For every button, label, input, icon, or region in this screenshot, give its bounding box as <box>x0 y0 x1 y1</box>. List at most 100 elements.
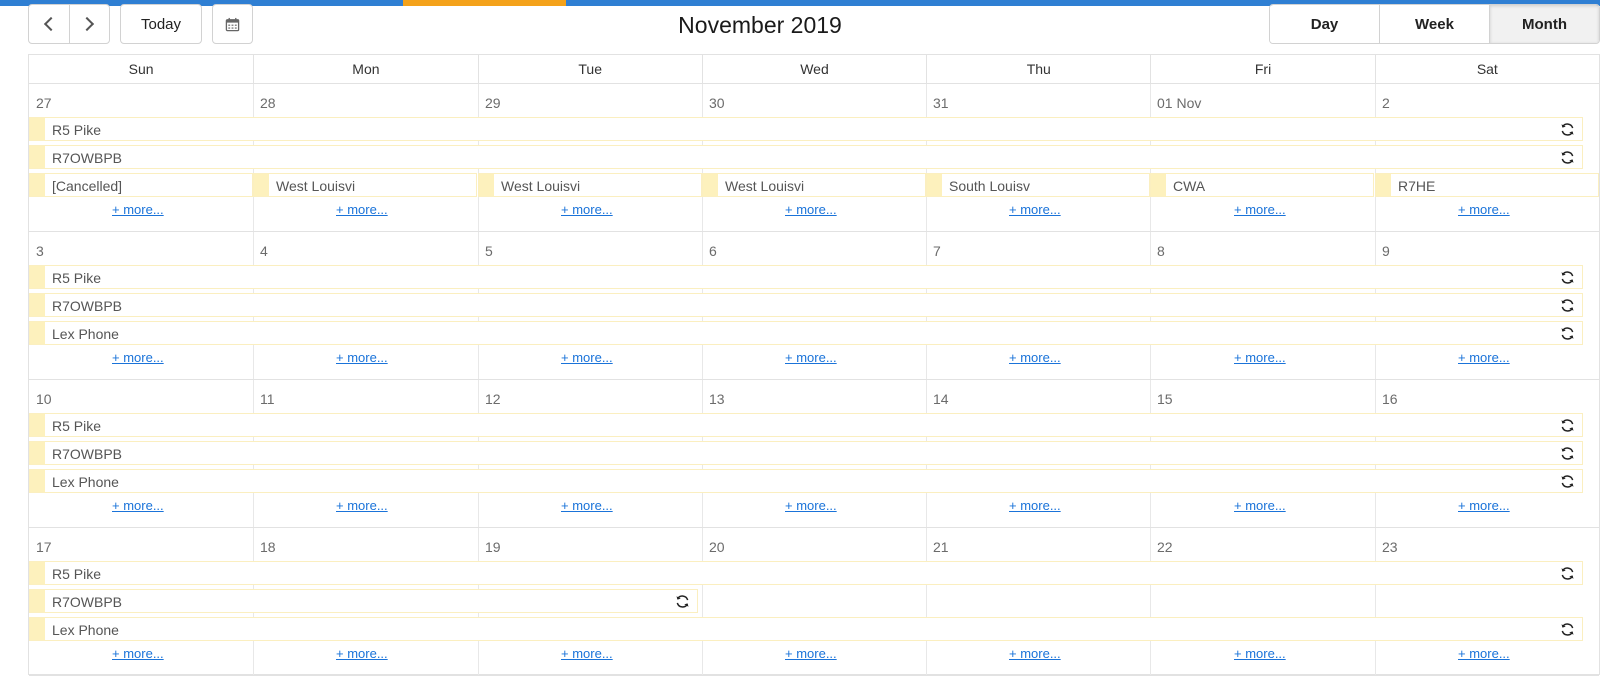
more-events-link[interactable]: + more... <box>1234 202 1286 217</box>
dow-tue: Tue <box>477 55 702 83</box>
calendar-event[interactable]: Lex Phone <box>29 321 1583 345</box>
more-events-link[interactable]: + more... <box>785 202 837 217</box>
day-number[interactable]: 13 <box>709 391 725 407</box>
calendar-event[interactable]: Lex Phone <box>29 617 1583 641</box>
event-color-stripe <box>30 174 45 196</box>
prev-button[interactable] <box>29 5 69 43</box>
day-number[interactable]: 8 <box>1157 243 1165 259</box>
day-number[interactable]: 29 <box>485 95 501 111</box>
chevron-right-icon <box>80 16 95 32</box>
more-events-link[interactable]: + more... <box>561 202 613 217</box>
calendar-event[interactable]: [Cancelled] <box>29 173 253 197</box>
calendar-event[interactable]: West Louisvi <box>478 173 702 197</box>
day-number[interactable]: 22 <box>1157 539 1173 555</box>
day-number[interactable]: 4 <box>260 243 268 259</box>
view-week-button[interactable]: Week <box>1379 5 1489 43</box>
more-events-link[interactable]: + more... <box>1234 646 1286 661</box>
calendar-event[interactable]: South Louisv <box>926 173 1150 197</box>
more-events-link[interactable]: + more... <box>112 350 164 365</box>
more-events-link[interactable]: + more... <box>336 202 388 217</box>
more-events-link[interactable]: + more... <box>112 202 164 217</box>
more-events-link[interactable]: + more... <box>336 646 388 661</box>
recurring-icon <box>676 595 689 608</box>
more-events-link[interactable]: + more... <box>1009 498 1061 513</box>
more-events-link[interactable]: + more... <box>112 498 164 513</box>
day-number[interactable]: 10 <box>36 391 52 407</box>
week-row: 17 + more... 18 + more... 19 + more... 20 + mor… <box>29 528 1599 676</box>
day-number[interactable]: 15 <box>1157 391 1173 407</box>
calendar-event[interactable]: R7HE <box>1375 173 1599 197</box>
event-label: West Louisvi <box>725 178 805 194</box>
more-events-link[interactable]: + more... <box>561 498 613 513</box>
day-number[interactable]: 27 <box>36 95 52 111</box>
today-button[interactable]: Today <box>120 4 202 44</box>
calendar-event[interactable]: CWA <box>1150 173 1374 197</box>
day-number[interactable]: 01 Nov <box>1157 95 1201 111</box>
more-events-link[interactable]: + more... <box>1458 202 1510 217</box>
calendar-event[interactable]: West Louisvi <box>702 173 926 197</box>
next-button[interactable] <box>68 5 110 43</box>
day-number[interactable]: 3 <box>36 243 44 259</box>
day-number[interactable]: 28 <box>260 95 276 111</box>
event-label: Lex Phone <box>52 474 119 490</box>
day-number[interactable]: 16 <box>1382 391 1398 407</box>
event-label: R7OWBPB <box>52 446 123 462</box>
more-events-link[interactable]: + more... <box>112 646 164 661</box>
more-events-link[interactable]: + more... <box>1234 350 1286 365</box>
view-day-button[interactable]: Day <box>1270 5 1379 43</box>
calendar-event[interactable]: West Louisvi <box>253 173 477 197</box>
more-events-link[interactable]: + more... <box>561 350 613 365</box>
dow-fri: Fri <box>1150 55 1374 83</box>
view-month-button[interactable]: Month <box>1489 5 1599 43</box>
calendar-event[interactable]: R5 Pike <box>29 561 1583 585</box>
recurring-icon <box>1561 299 1574 312</box>
more-events-link[interactable]: + more... <box>1458 350 1510 365</box>
day-number[interactable]: 6 <box>709 243 717 259</box>
more-events-link[interactable]: + more... <box>336 350 388 365</box>
day-number[interactable]: 17 <box>36 539 52 555</box>
dow-sun: Sun <box>128 61 154 77</box>
day-number[interactable]: 11 <box>260 391 275 407</box>
more-events-link[interactable]: + more... <box>1009 646 1061 661</box>
event-color-stripe <box>30 118 45 140</box>
day-number[interactable]: 5 <box>485 243 493 259</box>
more-events-link[interactable]: + more... <box>1009 350 1061 365</box>
day-number[interactable]: 31 <box>933 95 949 111</box>
event-color-stripe <box>1151 174 1166 196</box>
day-number[interactable]: 30 <box>709 95 725 111</box>
day-number[interactable]: 23 <box>1382 539 1398 555</box>
more-events-link[interactable]: + more... <box>1009 202 1061 217</box>
calendar-event[interactable]: R5 Pike <box>29 117 1583 141</box>
more-events-link[interactable]: + more... <box>785 646 837 661</box>
more-events-link[interactable]: + more... <box>561 646 613 661</box>
day-number[interactable]: 14 <box>933 391 949 407</box>
calendar-event[interactable]: R7OWBPB <box>29 293 1583 317</box>
calendar-event[interactable]: Lex Phone <box>29 469 1583 493</box>
dow-mon: Mon <box>253 55 477 83</box>
calendar-event[interactable]: R5 Pike <box>29 265 1583 289</box>
day-number[interactable]: 12 <box>485 391 501 407</box>
calendar-event[interactable]: R5 Pike <box>29 413 1583 437</box>
day-number[interactable]: 18 <box>260 539 276 555</box>
more-events-link[interactable]: + more... <box>785 350 837 365</box>
day-number[interactable]: 21 <box>933 539 949 555</box>
day-number[interactable]: 20 <box>709 539 725 555</box>
day-number[interactable]: 7 <box>933 243 941 259</box>
calendar-event[interactable]: R7OWBPB <box>29 441 1583 465</box>
event-label: R5 Pike <box>52 270 102 286</box>
event-color-stripe <box>254 174 269 196</box>
more-events-link[interactable]: + more... <box>336 498 388 513</box>
dow-thu: Thu <box>926 55 1150 83</box>
date-picker-button[interactable] <box>212 4 253 44</box>
calendar-event[interactable]: R7OWBPB <box>29 589 698 613</box>
more-events-link[interactable]: + more... <box>1458 498 1510 513</box>
day-number[interactable]: 2 <box>1382 95 1390 111</box>
day-number[interactable]: 19 <box>485 539 501 555</box>
calendar-event[interactable]: R7OWBPB <box>29 145 1583 169</box>
day-number[interactable]: 9 <box>1382 243 1390 259</box>
event-color-stripe <box>30 146 45 168</box>
more-events-link[interactable]: + more... <box>1234 498 1286 513</box>
more-events-link[interactable]: + more... <box>1458 646 1510 661</box>
more-events-link[interactable]: + more... <box>785 498 837 513</box>
event-label: R7OWBPB <box>52 594 123 610</box>
